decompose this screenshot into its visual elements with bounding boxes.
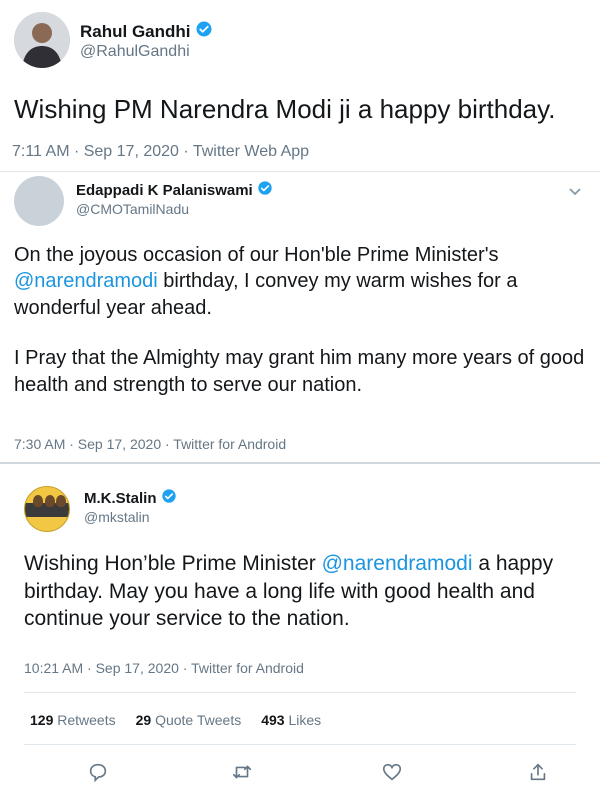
avatar-portrait [14, 12, 70, 68]
tweet-text-part: I Pray that the Almighty may grant him m… [14, 347, 585, 396]
tweet-mk-stalin[interactable]: M.K.Stalin @mkstalin Wishing Hon’ble Pri… [0, 462, 600, 800]
heart-icon[interactable] [380, 760, 404, 784]
chevron-down-icon[interactable] [568, 184, 582, 200]
verified-badge-icon [161, 488, 177, 508]
tweet-rahul-gandhi[interactable]: Rahul Gandhi @RahulGandhi Wishing PM Nar… [0, 0, 600, 172]
verified-badge-icon [257, 180, 273, 200]
author-line: M.K.Stalin [84, 488, 177, 508]
likes-label: Likes [288, 712, 322, 728]
tweet-timestamp[interactable]: 7:30 AM · Sep 17, 2020 · Twitter for And… [14, 436, 286, 452]
avatar[interactable] [24, 486, 70, 532]
author-name[interactable]: M.K.Stalin [84, 490, 157, 507]
tweet-text-part: Wishing Hon’ble Prime Minister [24, 552, 322, 575]
action-bar [0, 760, 600, 784]
tweet-text: Wishing PM Narendra Modi ji a happy birt… [14, 94, 556, 124]
avatar[interactable] [14, 12, 70, 68]
author-line: Rahul Gandhi [80, 20, 213, 43]
author-line: Edappadi K Palaniswami [76, 180, 273, 200]
tweet-timestamp[interactable]: 7:11 AM · Sep 17, 2020 · Twitter Web App [12, 143, 309, 161]
engagement-stats: 129 Retweets 29 Quote Tweets 493 Likes [30, 712, 321, 728]
verified-badge-icon [195, 20, 213, 43]
quotes-count: 29 [135, 712, 152, 728]
divider [24, 692, 576, 693]
quotes-label: Quote Tweets [155, 712, 242, 728]
mention-link[interactable]: @narendramodi [14, 270, 158, 292]
author-name[interactable]: Rahul Gandhi [80, 22, 191, 42]
retweet-icon[interactable] [230, 760, 254, 784]
author-handle[interactable]: @CMOTamilNadu [76, 201, 189, 217]
share-icon[interactable] [526, 760, 550, 784]
retweets-stat[interactable]: 129 Retweets [30, 712, 116, 728]
retweets-label: Retweets [57, 712, 116, 728]
likes-count: 493 [261, 712, 285, 728]
tweet-text-part: On the joyous occasion of our Hon'ble Pr… [14, 244, 499, 266]
quotes-stat[interactable]: 29 Quote Tweets [136, 712, 242, 728]
author-handle[interactable]: @mkstalin [84, 509, 150, 525]
tweet-text: Wishing Hon’ble Prime Minister @narendra… [24, 550, 584, 633]
mention-link[interactable]: @narendramodi [322, 552, 473, 575]
tweet-timestamp[interactable]: 10:21 AM · Sep 17, 2020 · Twitter for An… [24, 660, 304, 676]
retweets-count: 129 [30, 712, 54, 728]
reply-icon[interactable] [86, 760, 110, 784]
divider [24, 744, 576, 745]
tweet-palaniswami[interactable]: Edappadi K Palaniswami @CMOTamilNadu On … [0, 172, 600, 462]
avatar[interactable] [14, 176, 64, 226]
tweet-text: On the joyous occasion of our Hon'ble Pr… [14, 242, 594, 398]
author-handle[interactable]: @RahulGandhi [80, 43, 190, 61]
author-name[interactable]: Edappadi K Palaniswami [76, 182, 253, 199]
likes-stat[interactable]: 493 Likes [261, 712, 321, 728]
